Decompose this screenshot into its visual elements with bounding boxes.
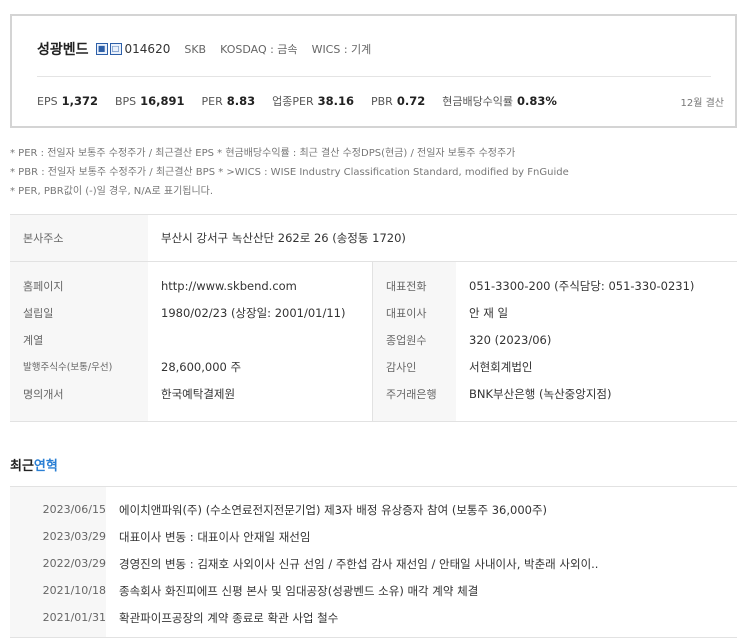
footnote-per: * PER : 전일자 보통주 수정주가 / 최근결산 EPS * 현금배당수익… xyxy=(10,148,516,159)
history-date: 2021/01/31 xyxy=(42,611,106,624)
label-transfer-agent: 명의개서 xyxy=(23,388,64,401)
company-header: 성광벤드 ■ □ 014620 SKB KOSDAQ : 금속 WICS : 기… xyxy=(37,39,371,59)
history-item: 2023/06/15 에이치앤파워(주) (수소연료전지전문기업) 제3자 배정… xyxy=(10,496,737,523)
footnote-pbr: * PBR : 전일자 보통주 수정주가 / 최근결산 BPS * >WICS … xyxy=(10,167,569,178)
history-text: 확관파이프공장의 계약 종료로 확관 사업 철수 xyxy=(119,610,339,625)
metric-pbr: PBR 0.72 xyxy=(371,94,425,108)
settlement-month: 12월 결산 xyxy=(680,98,724,109)
founded-value: 1980/02/23 (상장일: 2001/01/11) xyxy=(161,306,346,320)
footnote-na: * PER, PBR값이 (-)일 경우, N/A로 표기됩니다. xyxy=(10,186,214,197)
history-date-cell: 2022/03/29 xyxy=(10,550,106,577)
label-employees: 종업원수 xyxy=(386,334,427,347)
history-date: 2022/03/29 xyxy=(42,557,106,570)
homepage-link[interactable]: http://www.skbend.com xyxy=(148,273,372,300)
stock-code: 014620 xyxy=(124,42,171,56)
history-date-cell: 2023/06/15 xyxy=(10,496,106,523)
label-shares-issued: 발행주식수(보통/우선) xyxy=(23,362,113,373)
metric-label: PER xyxy=(201,95,223,108)
history-item: 2021/01/31 확관파이프공장의 계약 종료로 확관 사업 철수 xyxy=(10,604,737,631)
building-icon[interactable]: ■ xyxy=(95,43,108,55)
auditor-value: 서현회계법인 xyxy=(469,360,533,374)
label-group: 계열 xyxy=(23,334,44,347)
metric-value: 1,372 xyxy=(61,94,98,108)
history-text: 대표이사 변동 : 대표이사 안재일 재선임 xyxy=(119,529,311,544)
label-homepage: 홈페이지 xyxy=(23,280,64,293)
metric-bps: BPS 16,891 xyxy=(115,94,185,108)
metric-value: 0.83% xyxy=(517,94,557,108)
address-row: 본사주소 부산시 강서구 녹산산단 262로 26 (송정동 1720) xyxy=(10,215,737,262)
wics-sector: WICS : 기계 xyxy=(311,43,372,56)
info-left-values: http://www.skbend.com 1980/02/23 (상장일: 2… xyxy=(148,262,372,421)
label-founded: 설립일 xyxy=(23,307,54,320)
history-item: 2022/03/29 경영진의 변동 : 김재호 사외이사 신규 선임 / 주한… xyxy=(10,550,737,577)
company-name: 성광벤드 xyxy=(37,42,89,58)
company-sub-name: SKB xyxy=(184,42,207,56)
metric-dividend-yield: 현금배당수익률 0.83% xyxy=(442,93,557,109)
history-text: 경영진의 변동 : 김재호 사외이사 신규 선임 / 주한섭 감사 재선임 / … xyxy=(119,556,599,571)
label-main-bank: 주거래은행 xyxy=(386,388,437,401)
info-left-labels: 홈페이지 설립일 계열 발행주식수(보통/우선) 명의개서 xyxy=(10,262,148,421)
history-date-cell: 2021/10/18 xyxy=(10,577,106,604)
main-bank-value: BNK부산은행 (녹산중앙지점) xyxy=(469,387,612,401)
history-item: 2023/03/29 대표이사 변동 : 대표이사 안재일 재선임 xyxy=(10,523,737,550)
history-date: 2023/06/15 xyxy=(42,503,106,516)
metric-per: PER 8.83 xyxy=(202,94,256,108)
info-right-labels: 대표전화 대표이사 종업원수 감사인 주거래은행 xyxy=(373,262,456,421)
history-list: 2023/06/15 에이치앤파워(주) (수소연료전지전문기업) 제3자 배정… xyxy=(10,486,737,638)
history-text: 종속회사 화진피에프 신평 본사 및 임대공장(성광벤드 소유) 매각 계약 체… xyxy=(119,583,479,598)
address-value: 부산시 강서구 녹산산단 262로 26 (송정동 1720) xyxy=(161,231,406,245)
history-title-accent: 연혁 xyxy=(33,459,58,474)
label-auditor: 감사인 xyxy=(386,361,417,374)
metric-industry-per: 업종PER 38.16 xyxy=(272,93,354,109)
metric-value: 16,891 xyxy=(140,94,185,108)
info-grid: 홈페이지 설립일 계열 발행주식수(보통/우선) 명의개서 http://www… xyxy=(10,262,737,422)
address-label: 본사주소 xyxy=(10,215,148,261)
label-phone: 대표전화 xyxy=(386,280,427,293)
metric-value: 8.83 xyxy=(226,94,256,108)
history-item: 2021/10/18 종속회사 화진피에프 신평 본사 및 임대공장(성광벤드 … xyxy=(10,577,737,604)
group-value xyxy=(148,327,372,354)
history-title-prefix: 최근 xyxy=(10,459,34,474)
metric-label: EPS xyxy=(37,95,58,108)
employees-value: 320 (2023/06) xyxy=(469,333,552,347)
metric-label: 현금배당수익률 xyxy=(442,95,514,108)
company-summary: 성광벤드 ■ □ 014620 SKB KOSDAQ : 금속 WICS : 기… xyxy=(10,14,737,128)
metric-value: 0.72 xyxy=(396,94,426,108)
phone-value: 051-3300-200 (주식담당: 051-330-0231) xyxy=(469,279,695,293)
metric-eps: EPS 1,372 xyxy=(37,94,98,108)
company-info-table: 본사주소 부산시 강서구 녹산산단 262로 26 (송정동 1720) 홈페이… xyxy=(10,214,737,422)
history-title: 최근연혁 xyxy=(10,455,58,474)
metric-label: 업종PER xyxy=(272,95,314,108)
market-sector: KOSDAQ : 금속 xyxy=(220,43,298,56)
metric-label: BPS xyxy=(114,95,137,108)
document-icon[interactable]: □ xyxy=(109,43,122,55)
info-left-column: 홈페이지 설립일 계열 발행주식수(보통/우선) 명의개서 http://www… xyxy=(10,262,373,421)
label-ceo: 대표이사 xyxy=(386,307,427,320)
metric-value: 38.16 xyxy=(317,94,354,108)
history-date-cell: 2023/03/29 xyxy=(10,523,106,550)
transfer-agent-value: 한국예탁결제원 xyxy=(161,387,236,401)
shares-issued-value: 28,600,000 주 xyxy=(161,360,242,374)
ceo-value: 안 재 일 xyxy=(469,306,509,320)
history-date-cell: 2021/01/31 xyxy=(10,604,106,631)
history-date: 2023/03/29 xyxy=(42,530,106,543)
history-text: 에이치앤파워(주) (수소연료전지전문기업) 제3자 배정 유상증자 참여 (보… xyxy=(119,502,548,517)
footnotes: * PER : 전일자 보통주 수정주가 / 최근결산 EPS * 현금배당수익… xyxy=(10,144,569,201)
summary-divider xyxy=(37,76,711,77)
history-date: 2021/10/18 xyxy=(42,584,106,597)
company-icons: ■ □ xyxy=(95,43,124,55)
metrics-row: EPS 1,372 BPS 16,891 PER 8.83 업종PER 38.16 PB… xyxy=(37,93,574,109)
info-right-values: 051-3300-200 (주식담당: 051-330-0231) 안 재 일 … xyxy=(456,262,737,421)
info-right-column: 대표전화 대표이사 종업원수 감사인 주거래은행 051-3300-200 (주… xyxy=(373,262,737,421)
metric-label: PBR xyxy=(371,95,393,108)
